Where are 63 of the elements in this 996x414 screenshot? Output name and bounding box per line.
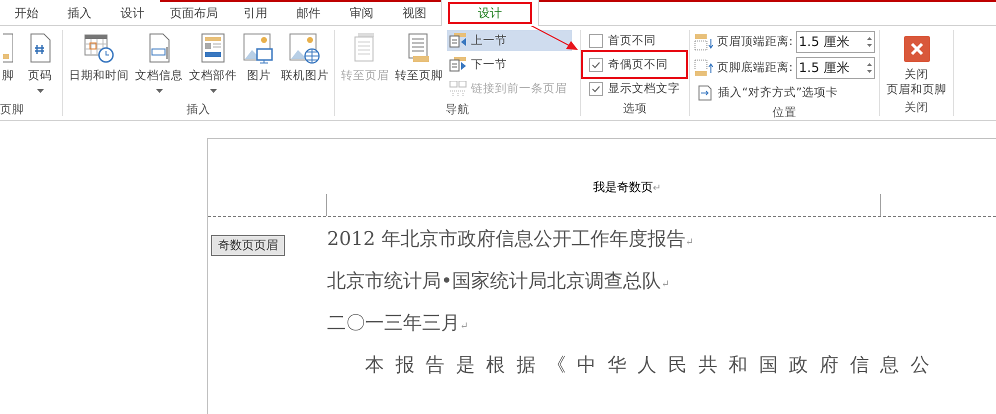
close-header-footer-button[interactable]: 关闭 页眉和页脚 — [884, 30, 949, 97]
ribbon-tab[interactable]: 插入 — [53, 0, 106, 26]
picture-monitor-icon — [243, 32, 275, 64]
ribbon-button[interactable]: 日期和时间 — [67, 30, 131, 100]
footer-distance-icon — [694, 58, 714, 76]
link-header-icon — [449, 80, 467, 96]
page-icon — [3, 32, 13, 64]
checkbox[interactable] — [589, 82, 603, 96]
header-tag: 奇数页页眉 — [211, 235, 285, 256]
ribbon-button[interactable]: 页码 — [22, 30, 58, 100]
checkbox[interactable] — [589, 34, 603, 48]
ribbon-button[interactable]: 联机图片 — [279, 30, 331, 100]
check-icon — [591, 60, 601, 70]
caret-icon — [156, 89, 162, 93]
ribbon-button[interactable]: 图片 — [241, 30, 277, 100]
ribbon-tab[interactable]: 设计 — [106, 0, 159, 26]
ribbon-button[interactable]: 脚 — [0, 30, 16, 100]
checkbox-label: 显示文档文字 — [608, 81, 680, 96]
header-text: 我是奇数页 — [592, 180, 653, 194]
checkbox[interactable] — [589, 58, 603, 72]
field-label: 页眉顶端距离: — [716, 34, 793, 49]
ribbon-button[interactable]: 上一节 — [447, 30, 572, 51]
ribbon-tab[interactable]: 审阅 — [335, 0, 388, 26]
caret-icon — [210, 89, 216, 93]
insert-tab-icon — [696, 84, 714, 100]
calendar-clock-icon — [83, 32, 115, 64]
paragraph-mark: ↵ — [460, 321, 468, 332]
group-label: 页脚 — [0, 101, 25, 118]
ribbon-tab[interactable]: 开始 — [0, 0, 53, 26]
ribbon-button[interactable]: 转至页脚 — [393, 30, 445, 100]
group-label: 插入 — [186, 101, 212, 118]
body-text: 本报告是根据《中华人民共和国政府信息公 — [365, 354, 941, 376]
checkbox-label: 奇偶页不同 — [608, 57, 668, 72]
ribbon-button[interactable]: 文档部件 — [187, 30, 239, 100]
ribbon-button[interactable]: 插入“对齐方式”选项卡 — [694, 82, 875, 103]
next-section-icon — [449, 56, 467, 72]
check-icon — [591, 84, 601, 94]
spinner-field[interactable]: 1.5 厘米 — [796, 30, 875, 52]
body-text: 北京市统计局•国家统计局北京调查总队 — [327, 270, 662, 292]
caret-icon — [36, 89, 44, 93]
group-label: 导航 — [444, 101, 470, 118]
ribbon-button[interactable]: 下一节 — [447, 54, 572, 75]
ribbon-tab[interactable]: 引用 — [229, 0, 282, 26]
spinner-field[interactable]: 1.5 厘米 — [796, 56, 875, 78]
body-text: 2012 年北京市政府信息公开工作年度报告 — [327, 228, 686, 250]
header-distance-icon — [694, 32, 714, 50]
field-label: 页脚底端距离: — [716, 60, 793, 75]
previous-section-icon — [449, 32, 467, 48]
body-text: 二〇一三年三月 — [327, 312, 460, 334]
close-icon — [904, 36, 930, 62]
picture-globe-icon — [289, 32, 321, 64]
ribbon-tab[interactable]: 页面布局 — [159, 0, 229, 26]
paragraph-mark: ↵ — [661, 279, 670, 290]
ribbon-tab[interactable]: 视图 — [388, 0, 441, 26]
ribbon-button[interactable]: 文档信息 — [133, 30, 185, 100]
checkbox-label: 首页不同 — [608, 33, 656, 48]
group-label: 关闭 — [904, 99, 930, 116]
paragraph-mark: ↵ — [652, 183, 662, 194]
paragraph-mark: ↵ — [685, 237, 694, 248]
group-label: 位置 — [772, 104, 798, 121]
group-label: 选项 — [622, 100, 648, 117]
ribbon-tab[interactable]: 设计 — [441, 0, 539, 26]
ribbon-tab[interactable]: 邮件 — [282, 0, 335, 26]
